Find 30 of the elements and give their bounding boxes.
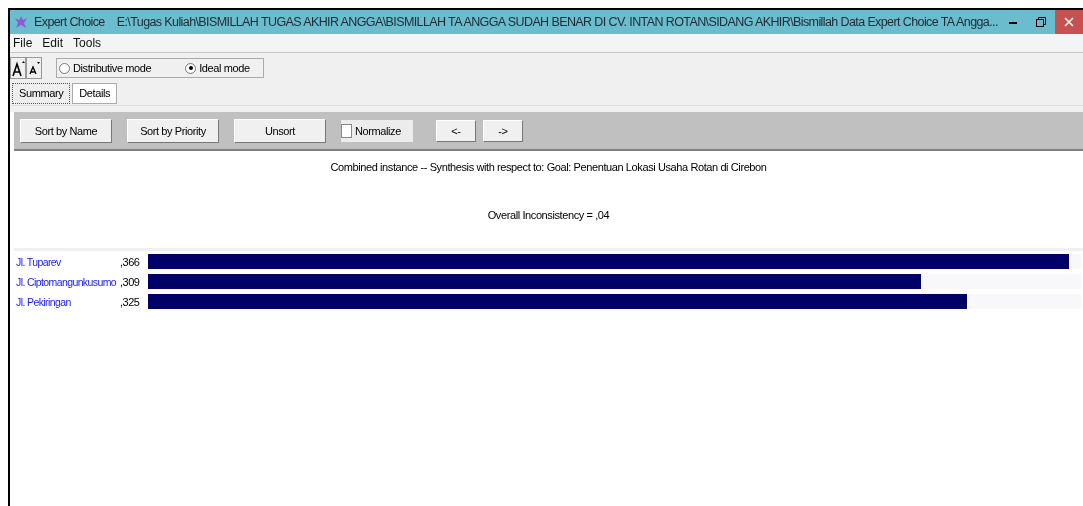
- sort-button[interactable]: Unsort: [234, 118, 326, 143]
- font-decrease-button[interactable]: [26, 57, 42, 79]
- close-button[interactable]: [1055, 10, 1083, 34]
- mode-radio[interactable]: Distributive mode: [59, 62, 152, 74]
- menu-item[interactable]: Edit: [41, 36, 65, 50]
- nav-button[interactable]: <-: [436, 119, 476, 142]
- nav-button[interactable]: ->: [483, 119, 523, 142]
- menu-item[interactable]: Tools: [72, 36, 103, 50]
- close-icon: [1064, 17, 1074, 27]
- tab[interactable]: Details: [72, 83, 118, 104]
- sort-button[interactable]: Sort by Name: [20, 118, 112, 143]
- alternative-name: Jl. Pekiringan: [15, 295, 72, 308]
- minimize-icon: [1009, 20, 1017, 24]
- normalize-checkbox[interactable]: Normalize: [341, 119, 413, 142]
- tab[interactable]: Summary: [12, 83, 71, 104]
- alternative-name: Jl. Ciptomangunkusumo: [15, 275, 118, 288]
- sort-button[interactable]: Sort by Priority: [127, 118, 219, 143]
- font-increase-button[interactable]: [10, 57, 26, 79]
- restore-icon: [1036, 17, 1046, 27]
- priority-value: ,366: [120, 255, 141, 268]
- app-logo-icon: [14, 14, 28, 30]
- menu-item[interactable]: File: [12, 36, 34, 50]
- window-title: E:\Tugas Kuliah\BISMILLAH TUGAS AKHIR ANGGA\BISMILLAH TA ANGGA SUDAH BENAR DI CV. INTAN ROTAN\SIDANG AKHIR\Bismillah Data Expert Choice TA Angga...: [116, 15, 999, 29]
- synthesis-heading: Combined instance -- Synthesis with respect to: Goal: Penentuan Lokasi Usaha Rotan di Cirebon: [330, 161, 767, 173]
- app-name: Expert Choice: [34, 15, 105, 29]
- priority-value: ,309: [120, 275, 141, 288]
- inconsistency-text: Overall Inconsistency = ,04: [487, 209, 610, 221]
- priority-value: ,325: [120, 295, 141, 308]
- mode-radio[interactable]: Ideal mode: [185, 62, 250, 74]
- alternative-name: Jl. Tuparev: [15, 255, 62, 268]
